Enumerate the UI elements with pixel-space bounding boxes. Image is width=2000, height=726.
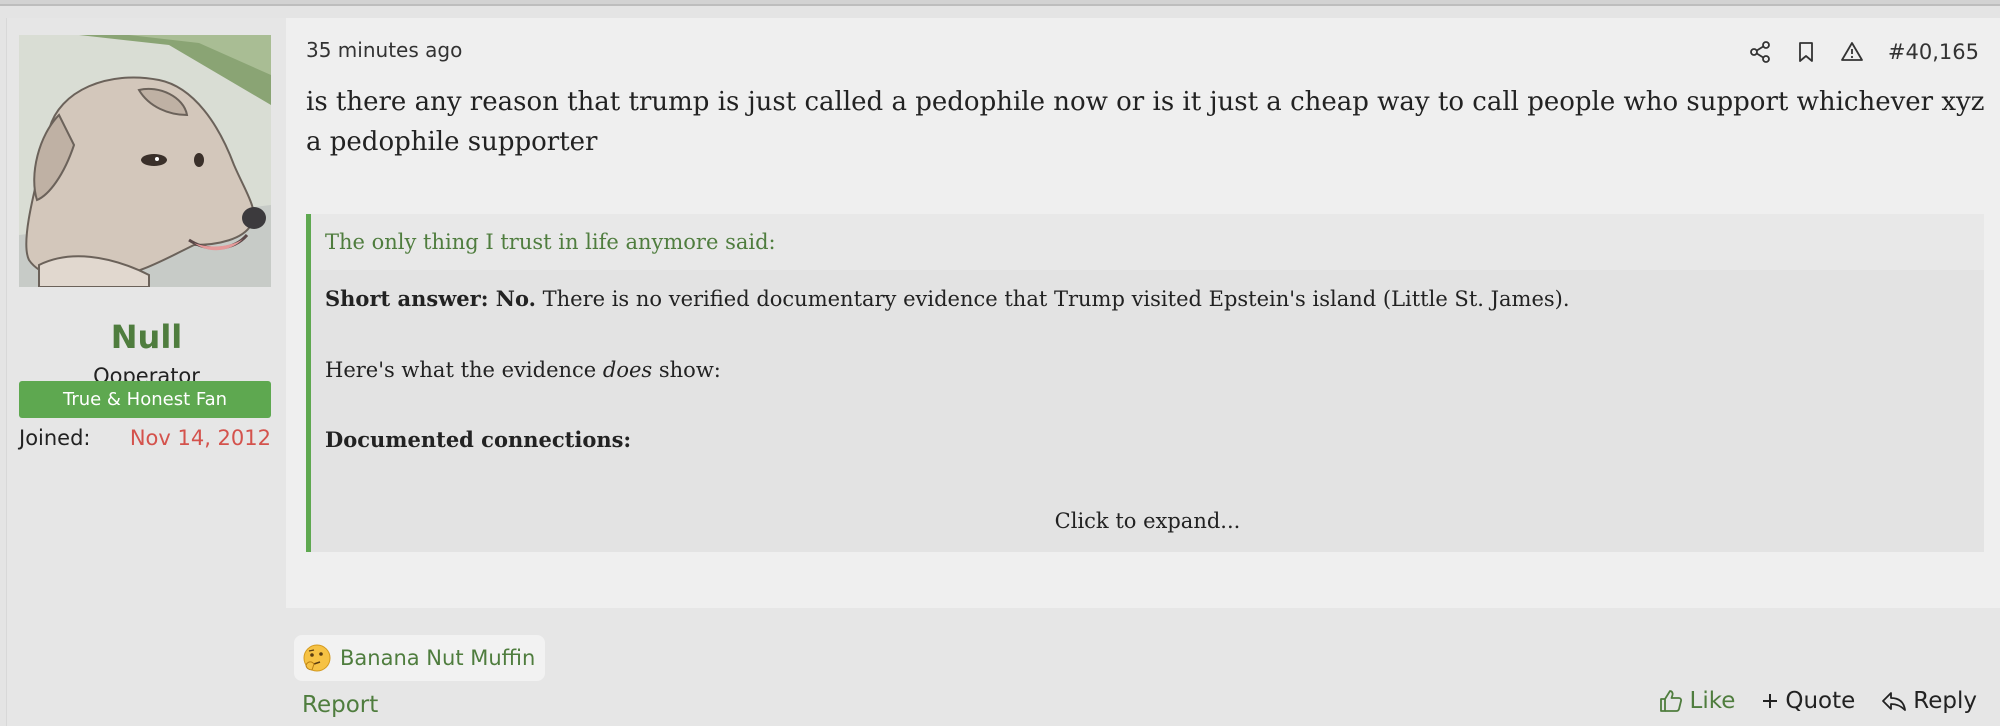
quote-evidence-em: does xyxy=(602,358,653,382)
like-label: Like xyxy=(1689,688,1736,714)
plus-icon xyxy=(1763,694,1778,708)
quote-paragraph-2: Here's what the evidence does show: xyxy=(325,358,721,382)
reply-button[interactable]: Reply xyxy=(1881,688,1977,714)
avatar[interactable] xyxy=(19,35,271,287)
user-banner: True & Honest Fan xyxy=(19,381,271,418)
reaction-users[interactable]: Banana Nut Muffin xyxy=(340,646,535,670)
bookmark-icon[interactable] xyxy=(1794,40,1818,64)
quote-paragraph-3: Documented connections: xyxy=(325,427,631,452)
like-button[interactable]: Like xyxy=(1658,688,1736,714)
quote-bold-answer: Short answer: No. xyxy=(325,286,536,311)
post-main: 35 minutes ago #40,165 is there any reas… xyxy=(286,18,2000,608)
quote-fade xyxy=(311,462,1984,552)
quote-paragraph-1: Short answer: No. There is no verified d… xyxy=(325,286,1570,311)
username[interactable]: Null xyxy=(7,318,286,356)
quote-evidence-pre: Here's what the evidence xyxy=(325,358,603,382)
report-link[interactable]: Report xyxy=(302,692,378,718)
top-divider xyxy=(0,0,2000,6)
quote-answer-text: There is no verified documentary evidenc… xyxy=(535,287,1570,311)
quote-block: The only thing I trust in life anymore s… xyxy=(306,214,1984,552)
share-icon[interactable] xyxy=(1748,40,1772,64)
quote-label: Quote xyxy=(1785,688,1856,714)
post-container: Null Ooperator True & Honest Fan Joined:… xyxy=(6,18,2000,726)
post-actions: #40,165 xyxy=(1726,36,1979,68)
quote-documented-heading: Documented connections: xyxy=(325,427,632,452)
post-number[interactable]: #40,165 xyxy=(1888,40,1979,64)
expand-link[interactable]: Click to expand... xyxy=(311,509,1984,533)
quote-header[interactable]: The only thing I trust in life anymore s… xyxy=(311,214,1984,270)
quote-button[interactable]: Quote xyxy=(1761,688,1855,714)
user-info-panel: Null Ooperator True & Honest Fan Joined:… xyxy=(7,18,286,726)
reaction-bar[interactable]: Banana Nut Muffin xyxy=(294,635,546,681)
post-footer: Banana Nut Muffin Report Like Quote Repl… xyxy=(286,608,2000,726)
reply-arrow-icon xyxy=(1882,692,1907,711)
thinking-face-icon xyxy=(302,643,332,673)
reply-label: Reply xyxy=(1913,688,1977,714)
post-timestamp[interactable]: 35 minutes ago xyxy=(306,38,462,62)
joined-date: Nov 14, 2012 xyxy=(129,426,271,450)
post-body: is there any reason that trump is just c… xyxy=(306,87,1985,157)
post-footer-buttons: Like Quote Reply xyxy=(1632,688,1977,714)
quote-evidence-post: show: xyxy=(652,358,721,382)
thumbs-up-icon xyxy=(1659,690,1682,712)
warning-icon[interactable] xyxy=(1840,40,1864,64)
joined-label: Joined: xyxy=(19,426,91,450)
dog-avatar-image xyxy=(19,35,271,287)
